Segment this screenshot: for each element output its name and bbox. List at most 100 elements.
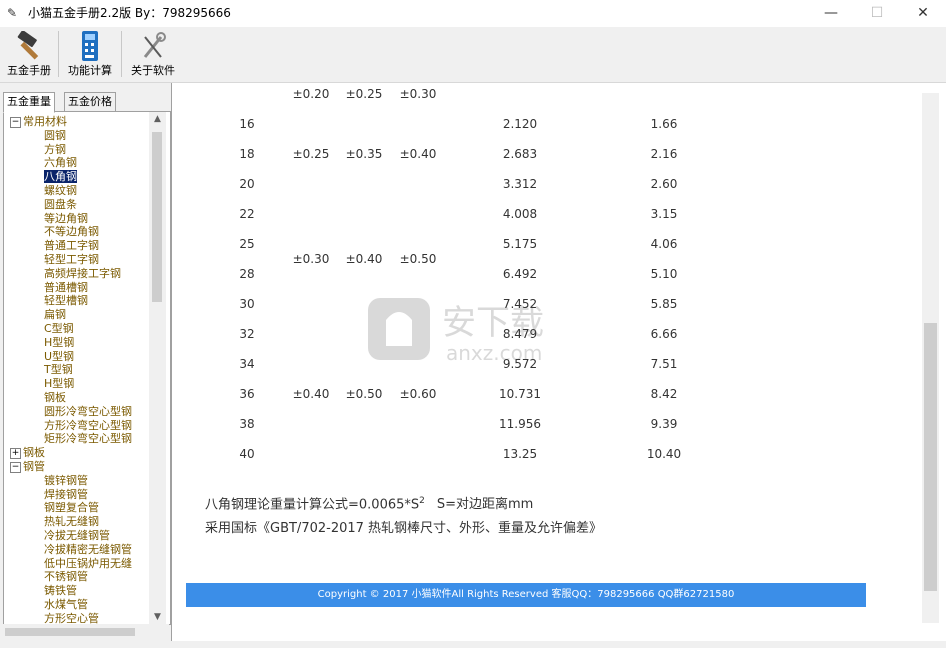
sidebar: 五金重量 五金价格 − 常用材料 圆钢 方钢 六角钢 八角钢 螺纹钢 圆盘条 等边角钢 不等边角钢… <box>0 83 171 648</box>
tree-horizontal-scrollbar[interactable] <box>3 624 169 640</box>
tree-category[interactable]: + 钢板 <box>10 446 45 460</box>
mass-cell: 8.42 <box>650 387 678 401</box>
tree-item-label: 轻型工字钢 <box>44 253 99 266</box>
tree-item[interactable]: 冷拔精密无缝钢管 <box>44 543 132 557</box>
tree-category[interactable]: − 钢管 <box>10 460 45 474</box>
tree-item[interactable]: 八角钢 <box>44 170 77 184</box>
tree-item[interactable]: U型钢 <box>44 350 74 364</box>
tree-item[interactable]: H型钢 <box>44 377 74 391</box>
toolbar-separator <box>58 31 59 77</box>
function-calc-button[interactable]: 功能计算 <box>62 29 118 79</box>
tree-item[interactable]: 铸铁管 <box>44 584 77 598</box>
tree-item[interactable]: 低中压锅炉用无缝 <box>44 557 132 571</box>
collapse-icon[interactable]: − <box>10 462 21 473</box>
tree-item[interactable]: 普通槽钢 <box>44 281 88 295</box>
toolbar: 五金手册 功能计算 关于软件 <box>0 27 946 83</box>
tree-item[interactable]: 热轧无缝钢 <box>44 515 99 529</box>
tree-item[interactable]: 普通工字钢 <box>44 239 99 253</box>
tree-item[interactable]: 轻型槽钢 <box>44 294 88 308</box>
close-button[interactable]: ✕ <box>900 0 946 27</box>
tree-item[interactable]: 方钢 <box>44 143 66 157</box>
window-title: 小猫五金手册2.2版 By：798295666 <box>28 6 231 20</box>
tolerance-cell: ±0.40 <box>399 147 437 161</box>
tolerance-cell: ±0.50 <box>399 252 437 266</box>
tree-category[interactable]: − 常用材料 <box>10 115 67 129</box>
tree-item[interactable]: 螺纹钢 <box>44 184 77 198</box>
tree-item[interactable]: 镀锌钢管 <box>44 474 88 488</box>
tools-icon <box>143 32 166 58</box>
toolbar-label: 五金手册 <box>7 64 51 77</box>
tree-item-label: 普通工字钢 <box>44 239 99 253</box>
tree-item[interactable]: T型钢 <box>44 363 73 377</box>
size-cell: 30 <box>239 297 255 311</box>
tree-item-label: 钢管 <box>23 460 45 473</box>
tree-item-label: 方形冷弯空心型钢 <box>44 418 132 432</box>
tab-hardware-price[interactable]: 五金价格 <box>64 92 116 112</box>
mass-cell: 7.51 <box>650 357 678 371</box>
tree-item[interactable]: 方形冷弯空心型钢 <box>44 419 132 433</box>
tree-item[interactable]: 轻型工字钢 <box>44 253 99 267</box>
tree-item-label: 冷拔精密无缝钢管 <box>44 542 132 556</box>
toolbar-separator <box>121 31 122 77</box>
scroll-thumb[interactable] <box>924 323 937 591</box>
tolerance-cell: ±0.60 <box>399 387 437 401</box>
scroll-down-icon[interactable]: ▼ <box>149 612 166 622</box>
scroll-thumb[interactable] <box>5 628 135 636</box>
tree-item[interactable]: 等边角钢 <box>44 212 88 226</box>
status-strip <box>0 641 946 648</box>
mass-cell: 9.39 <box>650 417 678 431</box>
weight-cell: 5.175 <box>502 237 538 251</box>
tree-item-label: 矩形冷弯空心型钢 <box>44 432 132 446</box>
scroll-up-icon[interactable]: ▲ <box>149 114 166 124</box>
size-cell: 25 <box>239 237 255 251</box>
tree-item[interactable]: 高频焊接工字钢 <box>44 267 121 281</box>
tolerance-cell: ±0.30 <box>399 87 437 101</box>
content-vertical-scrollbar[interactable] <box>922 93 939 623</box>
tree-item-label: 八角钢 <box>44 170 77 184</box>
tree-item-label: 钢板 <box>23 446 45 460</box>
tree-item[interactable]: 不锈钢管 <box>44 570 88 584</box>
tree-vertical-scrollbar[interactable]: ▲ ▼ <box>149 112 166 624</box>
hardware-manual-button[interactable]: 五金手册 <box>2 29 56 79</box>
category-tree[interactable]: − 常用材料 圆钢 方钢 六角钢 八角钢 螺纹钢 圆盘条 等边角钢 不等边角钢 普通工字钢 轻型工字钢… <box>3 111 171 625</box>
tree-item-label: H型钢 <box>44 377 75 391</box>
weight-cell: 2.683 <box>502 147 538 161</box>
tree-item-label: 钢板 <box>44 391 66 404</box>
weight-cell: 4.008 <box>502 207 538 221</box>
tree-item-label: 方形空心管 <box>44 611 99 625</box>
tree-item[interactable]: 焊接钢管 <box>44 488 88 502</box>
tree-item[interactable]: 六角钢 <box>44 156 77 170</box>
watermark: 安下载 anxz.com <box>366 290 581 370</box>
formula-exponent: 2 <box>419 496 425 506</box>
tree-item-label: H型钢 <box>44 335 75 349</box>
tree-item[interactable]: 水煤气管 <box>44 598 88 612</box>
size-cell: 20 <box>239 177 255 191</box>
tree-item[interactable]: H型钢 <box>44 336 74 350</box>
tree-item[interactable]: 钢板 <box>44 391 66 405</box>
tree-item[interactable]: 圆钢 <box>44 129 66 143</box>
tree-item[interactable]: 不等边角钢 <box>44 225 99 239</box>
size-cell: 32 <box>239 327 255 341</box>
mass-cell: 2.60 <box>650 177 678 191</box>
tree-item[interactable]: 冷拔无缝钢管 <box>44 529 110 543</box>
mass-cell: 10.40 <box>646 447 682 461</box>
maximize-button[interactable]: ☐ <box>854 0 900 27</box>
tree-item[interactable]: 矩形冷弯空心型钢 <box>44 432 132 446</box>
tree-item[interactable]: 圆形冷弯空心型钢 <box>44 405 132 419</box>
expand-icon[interactable]: + <box>10 448 21 460</box>
tree-item-label: 圆形冷弯空心型钢 <box>44 404 132 418</box>
minimize-button[interactable]: — <box>808 0 854 27</box>
tab-hardware-weight[interactable]: 五金重量 <box>3 92 55 113</box>
tree-item-label: 铸铁管 <box>44 584 77 598</box>
toolbar-label: 功能计算 <box>68 64 112 77</box>
tree-item-label: 方钢 <box>44 142 66 156</box>
about-software-button[interactable]: 关于软件 <box>125 29 181 79</box>
collapse-icon[interactable]: − <box>10 117 21 128</box>
scroll-thumb[interactable] <box>152 132 162 302</box>
tree-item-label: 普通槽钢 <box>44 280 88 294</box>
tree-item[interactable]: 圆盘条 <box>44 198 77 212</box>
tree-item-label: 钢塑复合管 <box>44 501 99 515</box>
tree-item[interactable]: C型钢 <box>44 322 74 336</box>
tree-item[interactable]: 扁钢 <box>44 308 66 322</box>
tree-item[interactable]: 钢塑复合管 <box>44 501 99 515</box>
